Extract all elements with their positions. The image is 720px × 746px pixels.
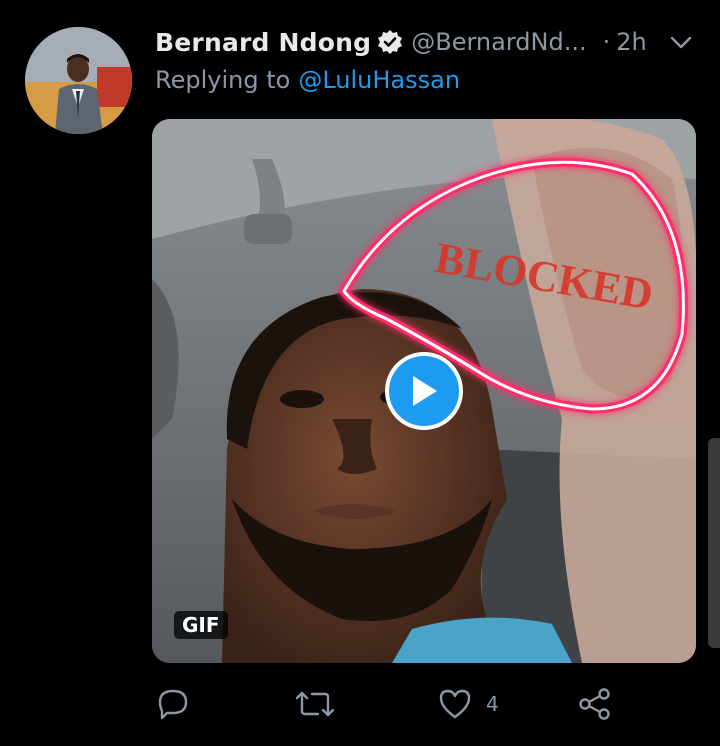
gif-badge: GIF [174, 611, 228, 639]
reply-mention-link[interactable]: @LuluHassan [298, 66, 460, 94]
heart-icon [438, 687, 472, 721]
reply-button[interactable] [156, 682, 190, 726]
avatar[interactable] [25, 27, 132, 134]
like-button[interactable]: 4 [438, 682, 499, 726]
gif-media[interactable]: BLOCKED GIF [152, 119, 696, 663]
verified-badge-icon [377, 29, 403, 55]
separator-dot: · [602, 28, 611, 56]
chevron-down-icon[interactable] [667, 28, 695, 56]
retweet-button[interactable] [296, 682, 334, 726]
scrollbar-handle[interactable] [708, 438, 720, 648]
author-name[interactable]: Bernard Ndong [155, 28, 371, 57]
tweet-timestamp[interactable]: 2h [616, 28, 646, 56]
share-icon [578, 687, 612, 721]
replying-to: Replying to @LuluHassan [155, 66, 460, 94]
share-button[interactable] [578, 682, 612, 726]
retweet-icon [296, 687, 334, 721]
play-button[interactable] [385, 352, 463, 430]
reply-icon [156, 687, 190, 721]
replying-to-label: Replying to [155, 66, 291, 94]
author-handle[interactable]: @BernardNd... [411, 28, 586, 56]
like-count: 4 [486, 692, 499, 716]
tweet-header: Bernard Ndong @BernardNd... · 2h [155, 24, 695, 60]
tweet[interactable]: Bernard Ndong @BernardNd... · 2h Replyin… [0, 0, 720, 746]
tweet-actions: 4 [152, 682, 622, 726]
play-icon [409, 374, 439, 408]
